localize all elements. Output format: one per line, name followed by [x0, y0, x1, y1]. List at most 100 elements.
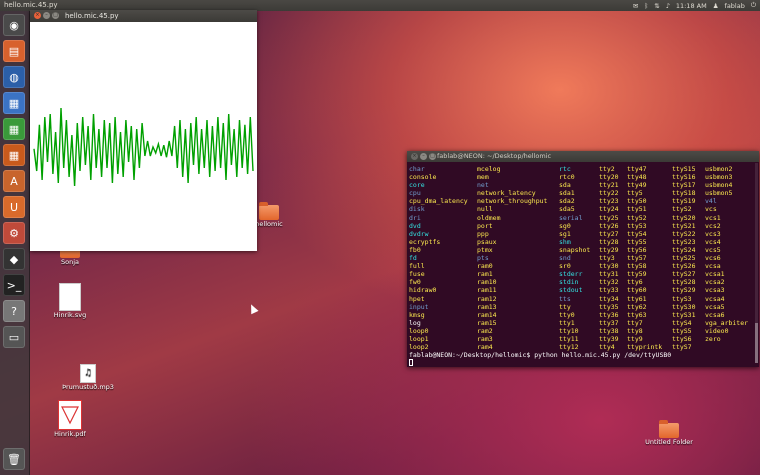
- ubuntu-one-icon[interactable]: U: [3, 196, 25, 218]
- listing-entry: usbmon3: [705, 173, 733, 182]
- listing-entry: ttyS24: [672, 245, 696, 254]
- minimize-icon[interactable]: –: [420, 153, 427, 160]
- listing-entry: ecryptfs: [409, 237, 441, 246]
- listing-entry: tty9: [627, 334, 643, 343]
- volume-icon[interactable]: ♪: [666, 2, 670, 10]
- audio-file-icon: ♫: [80, 364, 96, 383]
- listing-entry: tty7: [627, 318, 643, 327]
- listing-entry: loop0: [409, 326, 429, 335]
- scrollbar-thumb[interactable]: [755, 323, 758, 363]
- listing-entry: ttyS3: [672, 294, 692, 303]
- power-icon[interactable]: ⏻: [751, 1, 756, 10]
- user-menu[interactable]: fablab: [725, 2, 745, 10]
- listing-entry: vga_arbiter: [705, 318, 749, 327]
- folder-icon: [659, 420, 679, 438]
- listing-entry: ttyS22: [672, 229, 696, 238]
- desktop-file-hinrik-svg[interactable]: Hinrik.svg: [52, 283, 88, 319]
- dash-icon[interactable]: ◉: [3, 14, 25, 36]
- close-icon[interactable]: ×: [34, 12, 41, 19]
- listing-entry: disk: [409, 205, 425, 214]
- listing-entry: ttyS26: [672, 262, 696, 271]
- desktop-icon-label: hellomic: [255, 220, 283, 228]
- listing-entry: loop2: [409, 343, 429, 352]
- plot-window[interactable]: × – □ hello.mic.45.py: [30, 10, 257, 251]
- listing-entry: null: [477, 205, 493, 214]
- terminal-titlebar[interactable]: × – □ fablab@NEON: ~/Desktop/hellomic: [407, 151, 759, 162]
- plot-window-titlebar[interactable]: × – □ hello.mic.45.py: [30, 10, 257, 22]
- listing-entry: ttyS19: [672, 197, 696, 206]
- listing-entry: tty53: [627, 221, 647, 230]
- listing-column: rtc rtc0 sda sda1 sda2 sda5 serial sg0 sg1 shm sna…: [559, 165, 590, 351]
- inkscape-icon[interactable]: ◆: [3, 248, 25, 270]
- listing-entry: tty5: [627, 189, 643, 198]
- desktop-icon-label: Þrumustuð.mp3: [62, 383, 114, 391]
- listing-entry: tty58: [627, 262, 647, 271]
- listing-entry: tty59: [627, 270, 647, 279]
- help-icon[interactable]: ?: [3, 300, 25, 322]
- listing-entry: tty2: [599, 165, 615, 173]
- plot-window-title: hello.mic.45.py: [65, 12, 119, 20]
- listing-entry: ptmx: [477, 245, 493, 254]
- terminal-icon[interactable]: >_: [3, 274, 25, 296]
- listing-entry: char: [409, 165, 425, 173]
- listing-entry: kmsg: [409, 310, 425, 319]
- listing-entry: snapshot: [559, 245, 591, 254]
- listing-entry: vcsa4: [705, 294, 725, 303]
- listing-entry: tty25: [599, 213, 619, 222]
- settings-icon[interactable]: ⚙: [3, 222, 25, 244]
- desktop-file-hinrik-pdf[interactable]: Hinrik.pdf: [52, 400, 88, 438]
- listing-entry: serial: [559, 213, 583, 222]
- listing-column: tty2 tty20 tty21 tty22 tty23 tty24 tty25 tty26 t…: [599, 165, 619, 351]
- listing-entry: net: [477, 181, 489, 190]
- listing-entry: tty36: [599, 310, 619, 319]
- listing-column: ttyS15 ttyS16 ttyS17 ttyS18 ttyS19 ttyS2 ttyS2…: [672, 165, 695, 351]
- listing-entry: ttyS28: [672, 278, 696, 287]
- listing-entry: tty51: [627, 205, 647, 214]
- maximize-icon[interactable]: □: [429, 153, 436, 160]
- listing-entry: ram11: [477, 286, 497, 295]
- listing-entry: vcs3: [705, 229, 721, 238]
- listing-entry: tty56: [627, 245, 647, 254]
- listing-entry: ram1: [477, 270, 493, 279]
- desktop-file-mp3[interactable]: ♫ Þrumustuð.mp3: [60, 364, 116, 391]
- listing-entry: ram2: [477, 326, 493, 335]
- listing-entry: ttyS21: [672, 221, 696, 230]
- listing-entry: vcsa6: [705, 310, 725, 319]
- folder-icon: [259, 202, 279, 220]
- firefox-icon[interactable]: ◍: [3, 66, 25, 88]
- listing-entry: vcs: [705, 205, 717, 214]
- listing-entry: tty: [559, 302, 571, 311]
- maximize-icon[interactable]: □: [52, 12, 59, 19]
- listing-entry: sda: [559, 181, 571, 190]
- listing-entry: tty54: [627, 229, 647, 238]
- desktop-icon-label: Hinrik.pdf: [54, 430, 86, 438]
- calc-icon[interactable]: ▦: [3, 118, 25, 140]
- minimize-icon[interactable]: –: [43, 12, 50, 19]
- listing-entry: rtc0: [559, 173, 575, 182]
- files-icon[interactable]: ▤: [3, 40, 25, 62]
- listing-entry: sg1: [559, 229, 571, 238]
- listing-entry: loop1: [409, 334, 429, 343]
- workspace-icon[interactable]: ▭: [3, 326, 25, 348]
- network-icon[interactable]: ⇅: [654, 2, 659, 10]
- terminal-window[interactable]: × – □ fablab@NEON: ~/Desktop/hellomic ch…: [407, 151, 759, 367]
- listing-entry: tty30: [599, 262, 619, 271]
- bluetooth-icon[interactable]: ᛒ: [644, 2, 648, 10]
- mail-icon[interactable]: ✉: [633, 2, 638, 10]
- listing-entry: ttyS15: [672, 165, 696, 173]
- desktop-folder-hellomic[interactable]: hellomic: [254, 202, 284, 228]
- writer-icon[interactable]: ▦: [3, 92, 25, 114]
- user-icon: ♟: [712, 1, 719, 10]
- software-center-icon[interactable]: A: [3, 170, 25, 192]
- listing-entry: tty38: [599, 326, 619, 335]
- listing-entry: tty50: [627, 197, 647, 206]
- impress-icon[interactable]: ▦: [3, 144, 25, 166]
- desktop-folder-untitled[interactable]: Untitled Folder: [640, 420, 698, 446]
- trash-icon[interactable]: 🗑: [3, 448, 25, 470]
- listing-entry: tty22: [599, 189, 619, 198]
- close-icon[interactable]: ×: [411, 153, 418, 160]
- listing-entry: ttyS17: [672, 181, 696, 190]
- clock[interactable]: 11:18 AM: [676, 2, 707, 10]
- listing-entry: vcs1: [705, 213, 721, 222]
- terminal-scrollbar[interactable]: [755, 163, 758, 363]
